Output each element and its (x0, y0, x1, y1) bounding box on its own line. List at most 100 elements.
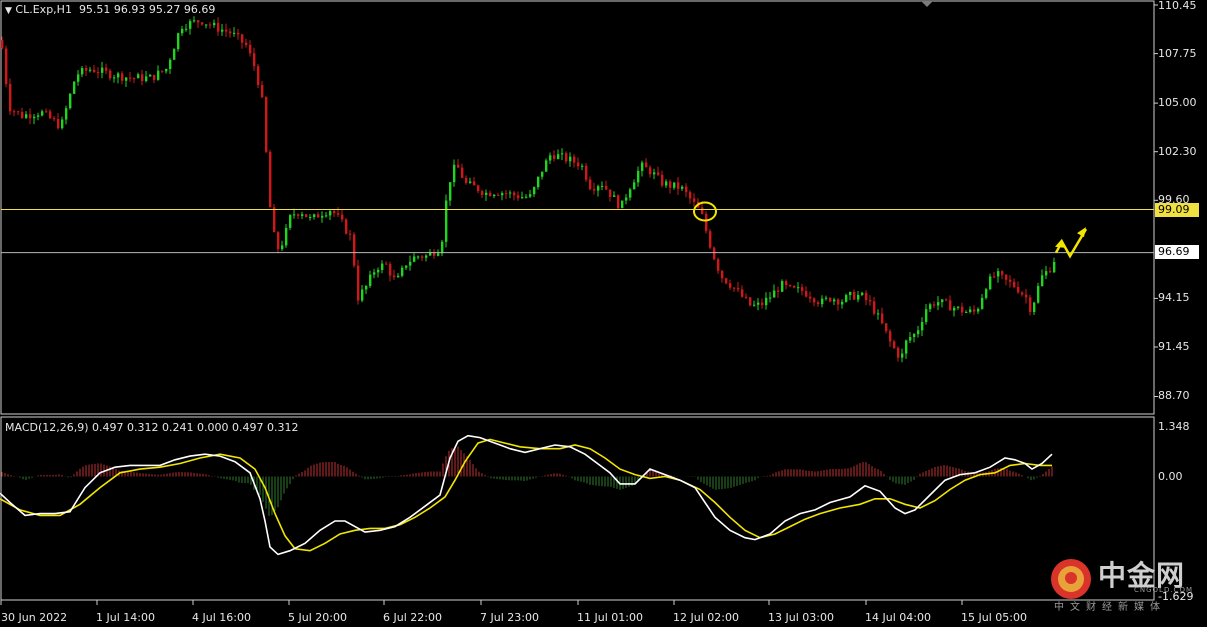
candle-body (217, 22, 220, 32)
candle-body (489, 192, 492, 197)
candle-body (405, 265, 408, 268)
candle-body (897, 347, 900, 358)
candle-body (589, 179, 592, 190)
shift-marker-icon[interactable] (921, 1, 933, 7)
axis-ticks-layer (0, 4, 1158, 605)
candle-body (553, 155, 556, 159)
main-chart-frame (0, 0, 1155, 415)
header-menu-icon[interactable]: ▼ (5, 6, 12, 16)
candle-body (109, 70, 112, 79)
candle-body (605, 185, 608, 190)
candle-body (457, 164, 460, 168)
candle-body (501, 193, 504, 196)
candle-body (353, 234, 356, 266)
candle-body (361, 289, 364, 301)
candle-body (989, 276, 992, 290)
candle-body (681, 186, 684, 189)
candle-body (57, 119, 60, 129)
candle-body (973, 309, 976, 312)
candle-body (825, 297, 828, 299)
candle-body (873, 301, 876, 314)
forecast-arrow-head (1077, 227, 1086, 238)
candle-body (417, 256, 420, 258)
candle-body (525, 196, 528, 198)
candle-body (289, 215, 292, 228)
watermark-domain: CNGOLD.COM (1134, 586, 1194, 594)
candle-body (441, 241, 444, 254)
candle-body (9, 84, 12, 112)
candle-body (49, 111, 52, 119)
candle-body (517, 195, 520, 199)
candle-body (65, 108, 68, 120)
candle-body (101, 67, 104, 73)
candle-body (885, 323, 888, 332)
time-tick: 12 Jul 02:00 (673, 611, 739, 624)
candle-body (941, 299, 944, 303)
candle-body (921, 321, 924, 331)
candle-body (693, 198, 696, 202)
candle-body (381, 263, 384, 270)
candle-body (1021, 292, 1024, 295)
symbol-label: CL.Exp,H1 (15, 3, 72, 16)
candle-body (81, 68, 84, 75)
candle-body (513, 192, 516, 196)
trading-chart[interactable] (0, 0, 1207, 627)
candle-body (297, 214, 300, 216)
candle-body (917, 330, 920, 335)
candle-body (925, 309, 928, 322)
candle-body (565, 153, 568, 162)
ohlc-readout: 95.51 96.93 95.27 96.69 (78, 3, 216, 16)
candle-body (849, 291, 852, 296)
candle-body (673, 182, 676, 188)
candle-body (669, 181, 672, 188)
candle-body (145, 76, 148, 82)
levels-layer[interactable] (1, 208, 1154, 254)
price-tick: 102.30 (1158, 145, 1197, 158)
candle-body (625, 197, 628, 201)
candle-body (153, 74, 156, 80)
candle-body (249, 45, 252, 54)
watermark-tagline: 中文财经新媒体 (1054, 602, 1166, 613)
candle-body (121, 73, 124, 81)
cngold-logo-icon (1051, 559, 1091, 599)
macd-main-line (0, 434, 1053, 556)
candle-body (425, 255, 428, 258)
candle-body (809, 296, 812, 299)
candle-body (721, 270, 724, 279)
candle-body (261, 85, 264, 98)
candle-body (213, 22, 216, 26)
candle-body (473, 181, 476, 186)
candle-body (201, 22, 204, 25)
time-tick: 1 Jul 14:00 (96, 611, 155, 624)
candle-body (253, 53, 256, 67)
candle-body (245, 42, 248, 46)
candle-body (661, 174, 664, 186)
candle-body (349, 233, 352, 235)
candle-body (521, 197, 524, 199)
candle-body (41, 111, 44, 116)
candle-body (465, 177, 468, 183)
candle-body (1, 40, 4, 49)
candle-body (909, 337, 912, 341)
candle-body (461, 167, 464, 178)
candle-body (329, 211, 332, 216)
candle-body (161, 70, 164, 72)
candle-body (281, 245, 284, 250)
candle-body (385, 263, 388, 265)
candle-body (1013, 281, 1016, 287)
candle-body (641, 162, 644, 171)
candle-body (541, 171, 544, 177)
candle-body (285, 227, 288, 246)
candle-body (665, 181, 668, 186)
candle-body (773, 290, 776, 298)
candle-body (937, 302, 940, 306)
candle-body (933, 304, 936, 306)
candle-body (777, 290, 780, 292)
candle-body (309, 217, 312, 219)
candle-body (609, 189, 612, 197)
candle-body (965, 312, 968, 314)
price-tick: 91.45 (1158, 340, 1190, 353)
macd-header: MACD(12,26,9) 0.497 0.312 0.241 0.000 0.… (5, 421, 298, 434)
candle-body (365, 285, 368, 290)
candle-body (269, 151, 272, 208)
